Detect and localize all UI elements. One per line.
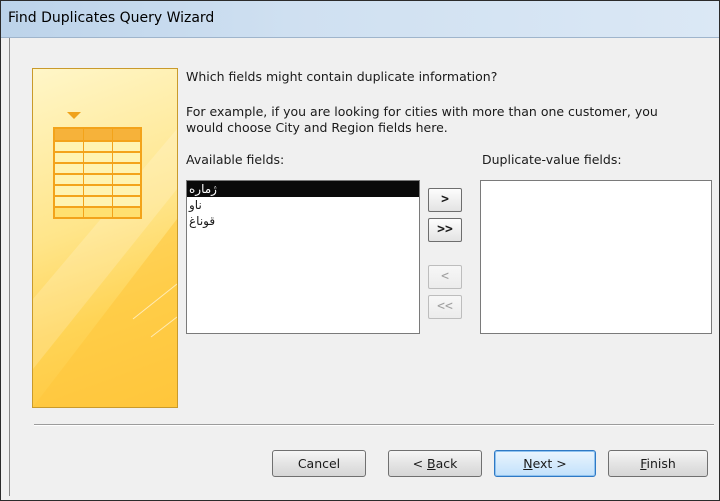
wizard-illustration	[32, 68, 178, 408]
back-button[interactable]: < Back	[388, 450, 482, 477]
title-bar[interactable]: Find Duplicates Query Wizard	[1, 1, 719, 38]
list-item[interactable]: قوناغ	[187, 213, 419, 229]
available-fields-list[interactable]: ژمارە ناو قوناغ	[186, 180, 420, 334]
finish-button[interactable]: Finish	[608, 450, 708, 477]
remove-field-button[interactable]: <	[428, 265, 462, 289]
wizard-body: Which fields might contain duplicate inf…	[9, 38, 714, 496]
duplicate-fields-list[interactable]	[480, 180, 712, 334]
list-item[interactable]: ناو	[187, 197, 419, 213]
table-illustration-icon	[33, 112, 177, 407]
footer-divider	[34, 424, 714, 426]
example-text-line-1: For example, if you are looking for citi…	[186, 104, 658, 119]
cancel-button[interactable]: Cancel	[272, 450, 366, 477]
remove-all-fields-button[interactable]: <<	[428, 295, 462, 319]
list-item[interactable]: ژمارە	[187, 181, 419, 197]
wizard-window: Find Duplicates Query Wizard Which field…	[0, 0, 720, 501]
add-field-button[interactable]: >	[428, 188, 462, 212]
back-button-rest: ack	[435, 456, 458, 471]
next-button-mnemonic: N	[523, 456, 533, 471]
next-button[interactable]: Next >	[494, 450, 596, 477]
duplicate-fields-label: Duplicate-value fields:	[482, 152, 622, 167]
window-title: Find Duplicates Query Wizard	[8, 10, 215, 26]
add-all-fields-button[interactable]: >>	[428, 218, 462, 242]
question-text: Which fields might contain duplicate inf…	[186, 69, 498, 84]
finish-button-rest: inish	[646, 456, 676, 471]
back-button-mnemonic: B	[427, 456, 436, 471]
back-button-prefix: <	[412, 456, 428, 471]
next-button-rest: ext >	[532, 456, 567, 471]
available-fields-label: Available fields:	[186, 152, 285, 167]
example-text-line-2: would choose City and Region fields here…	[186, 120, 448, 135]
